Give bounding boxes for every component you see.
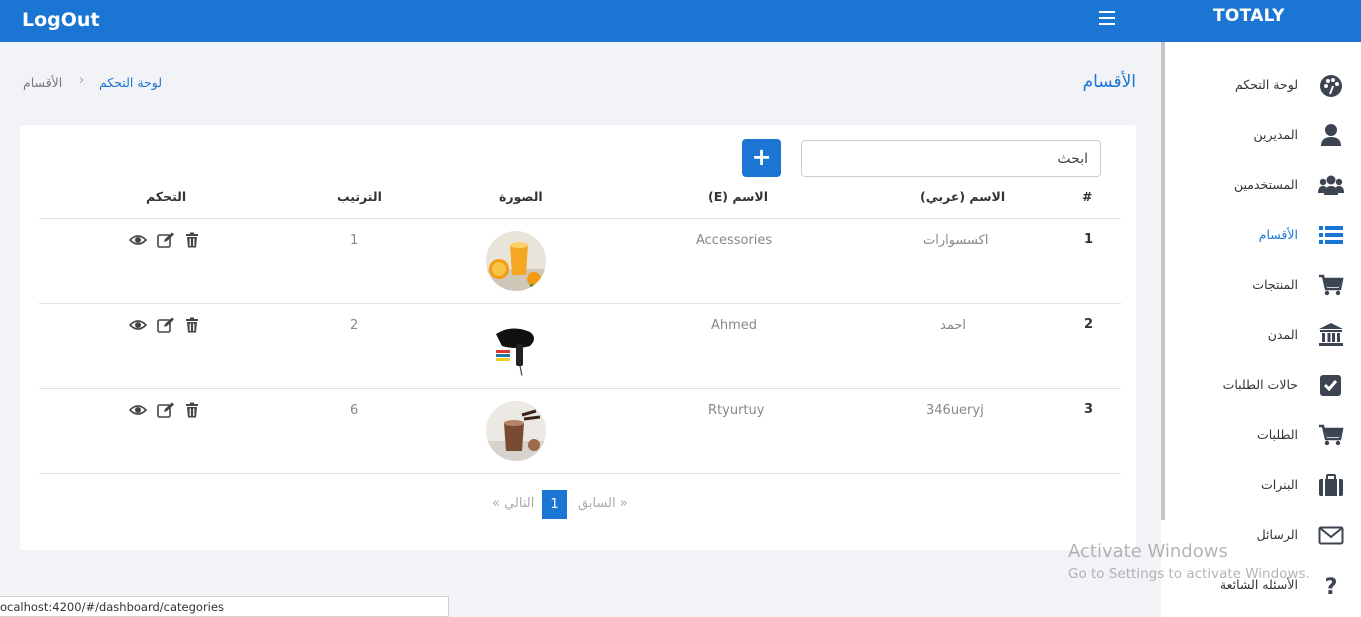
- menu-toggle-icon[interactable]: [1099, 11, 1115, 25]
- cart-icon: [1318, 272, 1344, 298]
- add-category-button[interactable]: +: [742, 139, 781, 177]
- row-name-ar: اكسسوارات: [923, 233, 989, 248]
- sidebar-scrollbar[interactable]: [1161, 42, 1165, 520]
- row-name-en: Ahmed: [711, 318, 758, 333]
- sidebar-item-products[interactable]: المنتجات: [1170, 268, 1350, 302]
- table-divider: [39, 388, 1121, 389]
- column-header-index: #: [1082, 189, 1093, 204]
- list-icon: [1318, 222, 1344, 248]
- sidebar-item-label: المدن: [1267, 327, 1298, 342]
- logout-button[interactable]: LogOut: [22, 9, 100, 31]
- envelope-icon: [1318, 522, 1344, 548]
- sidebar-item-label: حالات الطلبات: [1222, 377, 1298, 392]
- table-divider: [39, 473, 1121, 474]
- column-header-name-ar: الاسم (عربي): [920, 189, 1006, 204]
- sidebar-item-cities[interactable]: المدن: [1170, 318, 1350, 352]
- sidebar-item-orders[interactable]: الطلبات: [1170, 418, 1350, 452]
- activation-watermark-title: Activate Windows: [1068, 541, 1228, 562]
- column-header-image: الصورة: [499, 189, 543, 204]
- category-image-orange-juice: [486, 231, 546, 291]
- sidebar-item-label: الرسائل: [1256, 527, 1298, 542]
- pagination-page-current[interactable]: 1: [542, 490, 567, 519]
- briefcase-icon: [1318, 472, 1344, 498]
- view-icon[interactable]: [128, 232, 148, 248]
- row-name-en: Rtyurtuy: [708, 403, 765, 418]
- activation-watermark-subtitle: Go to Settings to activate Windows.: [1068, 566, 1310, 582]
- pagination-previous[interactable]: « السابق: [578, 496, 628, 511]
- breadcrumb-separator: ›: [79, 73, 85, 88]
- sidebar-item-dashboard[interactable]: لوحة التحكم: [1170, 68, 1350, 102]
- sidebar-item-label: البنرات: [1261, 477, 1298, 492]
- row-order: 2: [350, 318, 359, 333]
- row-order: 1: [350, 233, 359, 248]
- edit-icon[interactable]: [157, 402, 175, 418]
- row-name-ar: 346ueryj: [926, 403, 984, 418]
- pagination-next[interactable]: التالي »: [492, 496, 534, 511]
- row-index: 1: [1084, 232, 1094, 247]
- delete-icon[interactable]: [184, 232, 202, 248]
- breadcrumb-current: الأقسام: [23, 75, 63, 90]
- svg-text:?: ?: [1325, 575, 1338, 598]
- sidebar-item-users[interactable]: المستخدمين: [1170, 168, 1350, 202]
- brand-logo: TOTALY: [1213, 6, 1285, 26]
- search-input[interactable]: [801, 140, 1101, 177]
- row-order: 6: [350, 403, 359, 418]
- sidebar-item-label: المديرين: [1253, 127, 1298, 142]
- breadcrumb-dashboard-link[interactable]: لوحة التحكم: [99, 75, 162, 90]
- sidebar-item-order-statuses[interactable]: حالات الطلبات: [1170, 368, 1350, 402]
- delete-icon[interactable]: [184, 402, 202, 418]
- sidebar-item-label: الطلبات: [1256, 427, 1298, 442]
- category-image-hair-dryer: [486, 316, 546, 376]
- column-header-actions: التحكم: [146, 189, 187, 204]
- category-image-chocolate-drink: [486, 401, 546, 461]
- page-title: الأقسام: [1082, 72, 1136, 92]
- users-icon: [1318, 172, 1344, 198]
- check-square-icon: [1318, 372, 1344, 398]
- view-icon[interactable]: [128, 402, 148, 418]
- table-divider: [39, 218, 1121, 219]
- sidebar-item-admins[interactable]: المديرين: [1170, 118, 1350, 152]
- delete-icon[interactable]: [184, 317, 202, 333]
- row-index: 2: [1084, 317, 1094, 332]
- table-divider: [39, 303, 1121, 304]
- sidebar-item-banners[interactable]: البنرات: [1170, 468, 1350, 502]
- sidebar-item-label: المنتجات: [1252, 277, 1298, 292]
- status-bar-url: ocalhost:4200/#/dashboard/categories: [0, 596, 449, 617]
- sidebar-item-label: الأقسام: [1258, 227, 1298, 242]
- sidebar-item-label: لوحة التحكم: [1234, 77, 1298, 92]
- row-index: 3: [1084, 402, 1094, 417]
- sidebar-item-categories[interactable]: الأقسام: [1170, 218, 1350, 252]
- column-header-order: الترتيب: [337, 189, 382, 204]
- view-icon[interactable]: [128, 317, 148, 333]
- top-bar: [0, 0, 1361, 42]
- column-header-name-en: الاسم (E): [708, 189, 769, 204]
- cart-icon: [1318, 422, 1344, 448]
- row-name-en: Accessories: [696, 233, 773, 248]
- row-name-ar: احمد: [940, 318, 966, 333]
- user-icon: [1318, 122, 1344, 148]
- edit-icon[interactable]: [157, 317, 175, 333]
- sidebar-item-label: المستخدمين: [1233, 177, 1298, 192]
- palette-icon: [1318, 72, 1344, 98]
- question-icon: ?: [1318, 572, 1344, 600]
- bank-icon: [1318, 322, 1344, 348]
- edit-icon[interactable]: [157, 232, 175, 248]
